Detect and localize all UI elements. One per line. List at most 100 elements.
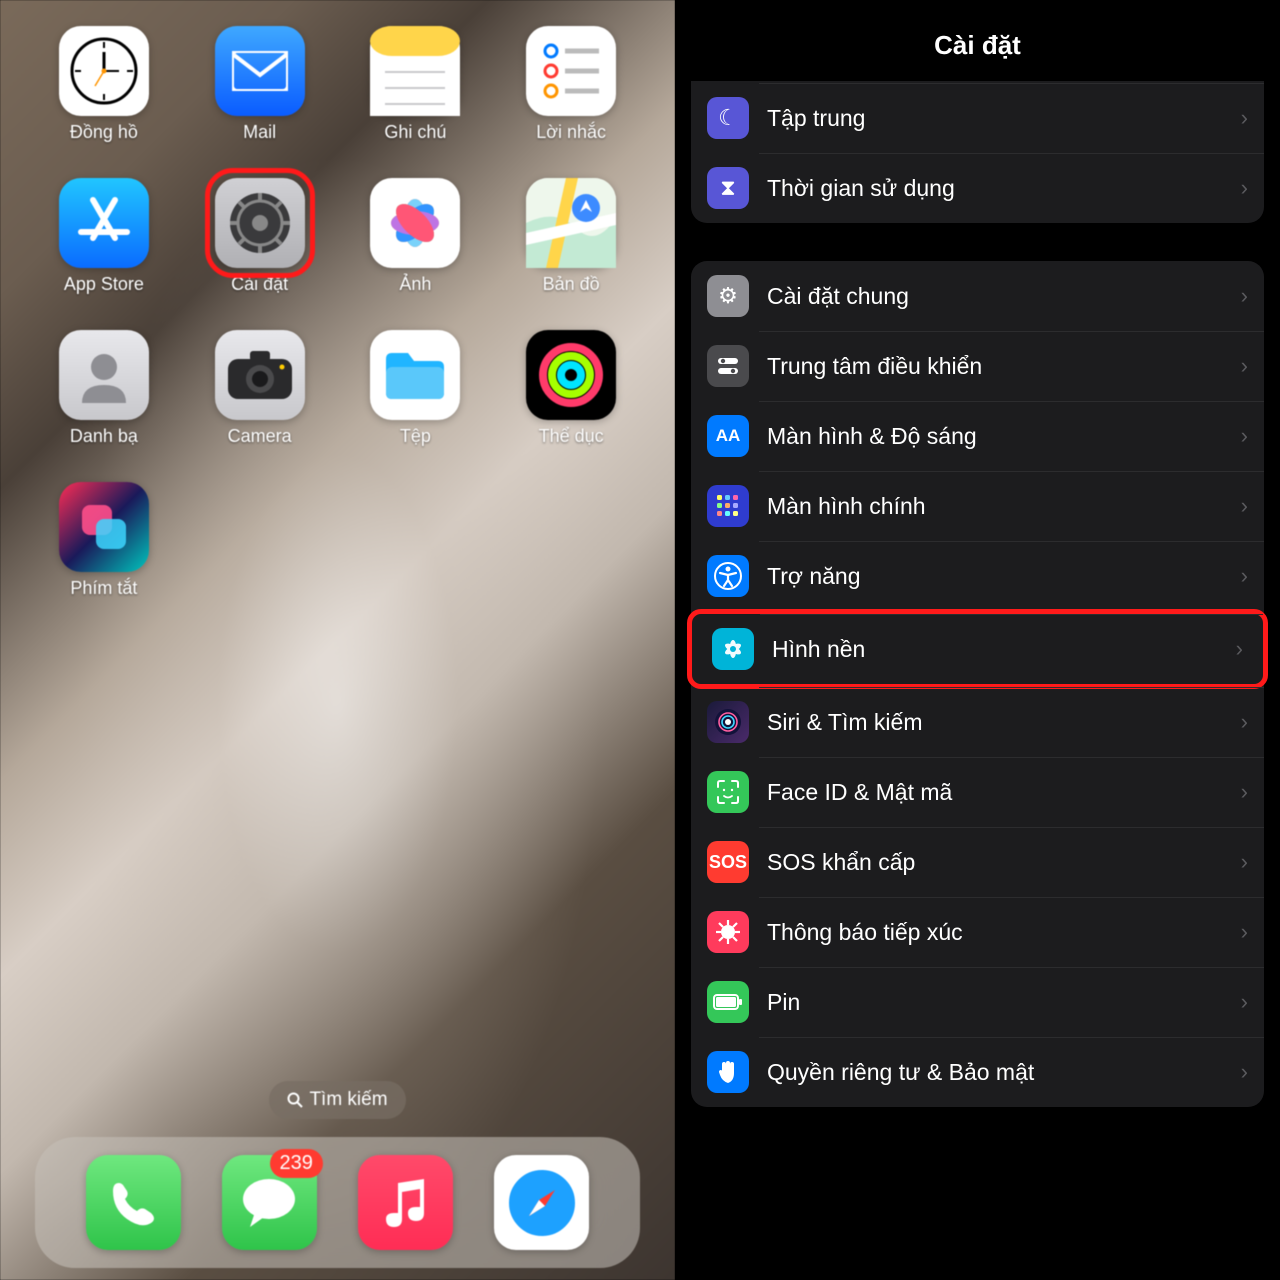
row-label: Màn hình & Độ sáng <box>767 423 1241 450</box>
app-grid: Đồng hồ Mail Ghi chú Lời nhắc App Store <box>35 26 640 599</box>
settings-row-privacy[interactable]: Quyền riêng tư & Bảo mật › <box>691 1037 1264 1107</box>
settings-row-exposure[interactable]: Thông báo tiếp xúc › <box>691 897 1264 967</box>
dock: 239 <box>35 1137 640 1268</box>
app-notes[interactable]: Ghi chú <box>347 26 485 143</box>
contacts-icon <box>59 330 149 420</box>
grid-icon <box>707 485 749 527</box>
chevron-right-icon: › <box>1241 919 1248 945</box>
search-label: Tìm kiếm <box>309 1089 387 1111</box>
chevron-right-icon: › <box>1241 563 1248 589</box>
chevron-right-icon: › <box>1241 709 1248 735</box>
chevron-right-icon: › <box>1241 849 1248 875</box>
app-label: Đồng hồ <box>70 122 138 143</box>
settings-group-main: ⚙ Cài đặt chung › Trung tâm điều khiển ›… <box>691 261 1264 1107</box>
app-reminders[interactable]: Lời nhắc <box>502 26 640 143</box>
dock-safari[interactable] <box>494 1155 589 1250</box>
chevron-right-icon: › <box>1241 105 1248 131</box>
row-label: Cài đặt chung <box>767 283 1241 310</box>
row-label: Thời gian sử dụng <box>767 175 1241 202</box>
settings-row-faceid[interactable]: Face ID & Mật mã › <box>691 757 1264 827</box>
shortcuts-icon <box>59 482 149 572</box>
app-label: Tệp <box>400 426 431 447</box>
settings-row-sos[interactable]: SOS SOS khẩn cấp › <box>691 827 1264 897</box>
app-photos[interactable]: Ảnh <box>347 178 485 295</box>
app-label: Camera <box>228 426 292 447</box>
row-label: Face ID & Mật mã <box>767 779 1241 806</box>
dock-messages[interactable]: 239 <box>222 1155 317 1250</box>
chevron-right-icon: › <box>1241 283 1248 309</box>
reminders-icon <box>526 26 616 116</box>
app-label: Ghi chú <box>384 122 446 143</box>
messages-icon: 239 <box>222 1155 317 1250</box>
battery-icon <box>707 981 749 1023</box>
row-label: Trợ năng <box>767 563 1241 590</box>
app-files[interactable]: Tệp <box>347 330 485 447</box>
flower-icon <box>712 628 754 670</box>
settings-row-screentime[interactable]: ⧗ Thời gian sử dụng › <box>691 153 1264 223</box>
row-label: Trung tâm điều khiển <box>767 353 1241 380</box>
chevron-right-icon: › <box>1241 1059 1248 1085</box>
app-maps[interactable]: Bản đồ <box>502 178 640 295</box>
settings-row-wallpaper[interactable]: Hình nền › <box>687 609 1268 689</box>
fitness-icon <box>526 330 616 420</box>
maps-icon <box>526 178 616 268</box>
toggles-icon <box>707 345 749 387</box>
files-icon <box>370 330 460 420</box>
app-mail[interactable]: Mail <box>191 26 329 143</box>
row-label: Hình nền <box>772 636 1236 663</box>
notes-icon <box>370 26 460 116</box>
app-fitness[interactable]: Thể dục <box>502 330 640 447</box>
chevron-right-icon: › <box>1236 636 1243 662</box>
phone-icon <box>86 1155 181 1250</box>
settings-row-general[interactable]: ⚙ Cài đặt chung › <box>691 261 1264 331</box>
settings-row-control-center[interactable]: Trung tâm điều khiển › <box>691 331 1264 401</box>
clock-icon <box>59 26 149 116</box>
app-shortcuts[interactable]: Phím tắt <box>35 482 173 599</box>
row-label: Màn hình chính <box>767 493 1241 520</box>
app-contacts[interactable]: Danh bạ <box>35 330 173 447</box>
chevron-right-icon: › <box>1241 493 1248 519</box>
hourglass-icon: ⧗ <box>707 167 749 209</box>
app-label: Danh bạ <box>70 426 138 447</box>
dock-phone[interactable] <box>86 1155 181 1250</box>
app-label: Bản đồ <box>543 274 600 295</box>
search-icon <box>287 1092 303 1108</box>
app-settings[interactable]: Cài đặt <box>191 178 329 295</box>
ios-settings-screen: Cài đặt ☾ Tập trung › ⧗ Thời gian sử dụn… <box>675 0 1280 1280</box>
app-label: Phím tắt <box>70 578 137 599</box>
messages-badge: 239 <box>270 1149 323 1178</box>
hand-icon <box>707 1051 749 1093</box>
faceid-icon <box>707 771 749 813</box>
app-clock[interactable]: Đồng hồ <box>35 26 173 143</box>
search-pill[interactable]: Tìm kiếm <box>269 1081 405 1119</box>
chevron-right-icon: › <box>1241 353 1248 379</box>
settings-row-focus[interactable]: ☾ Tập trung › <box>691 83 1264 153</box>
gear-icon: ⚙ <box>707 275 749 317</box>
camera-icon <box>215 330 305 420</box>
text-size-icon: AA <box>707 415 749 457</box>
chevron-right-icon: › <box>1241 175 1248 201</box>
moon-icon: ☾ <box>707 97 749 139</box>
row-label: Quyền riêng tư & Bảo mật <box>767 1059 1241 1086</box>
app-appstore[interactable]: App Store <box>35 178 173 295</box>
app-label: Lời nhắc <box>536 122 606 143</box>
settings-row-battery[interactable]: Pin › <box>691 967 1264 1037</box>
settings-row-accessibility[interactable]: Trợ năng › <box>691 541 1264 611</box>
settings-row-display[interactable]: AA Màn hình & Độ sáng › <box>691 401 1264 471</box>
ios-homescreen: Đồng hồ Mail Ghi chú Lời nhắc App Store <box>0 0 675 1280</box>
photos-icon <box>370 178 460 268</box>
settings-title: Cài đặt <box>675 0 1280 81</box>
settings-row-homescreen[interactable]: Màn hình chính › <box>691 471 1264 541</box>
settings-list[interactable]: ☾ Tập trung › ⧗ Thời gian sử dụng › ⚙ Cà… <box>675 81 1280 1280</box>
settings-icon <box>215 178 305 268</box>
appstore-icon <box>59 178 149 268</box>
accessibility-icon <box>707 555 749 597</box>
settings-row-siri[interactable]: Siri & Tìm kiếm › <box>691 687 1264 757</box>
app-camera[interactable]: Camera <box>191 330 329 447</box>
safari-icon <box>494 1155 589 1250</box>
app-label: App Store <box>64 274 144 295</box>
dock-music[interactable] <box>358 1155 453 1250</box>
row-label: SOS khẩn cấp <box>767 849 1241 876</box>
chevron-right-icon: › <box>1241 989 1248 1015</box>
siri-icon <box>707 701 749 743</box>
